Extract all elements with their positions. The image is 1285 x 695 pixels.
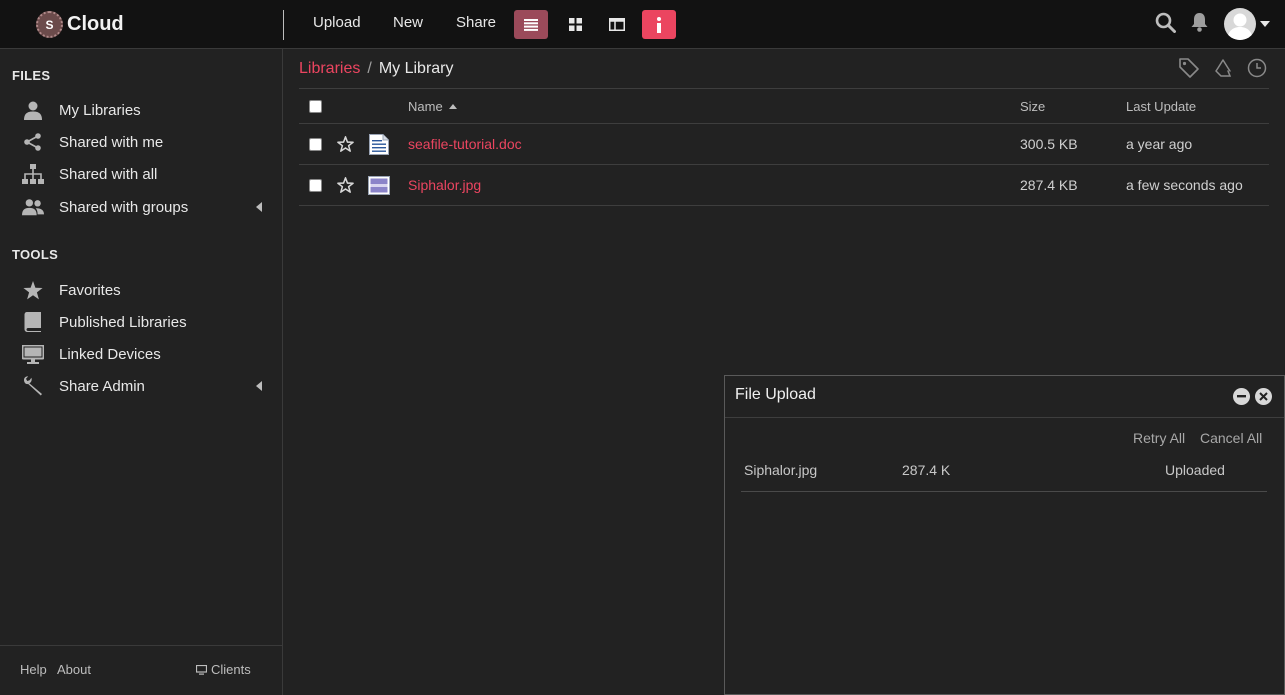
sidebar-item-shared-with-groups[interactable]: Shared with groups — [0, 192, 282, 222]
file-size: 287.4 KB — [1020, 177, 1078, 193]
avatar[interactable] — [1224, 8, 1256, 40]
toolbar-divider — [283, 10, 284, 40]
sidebar-item-linked-devices[interactable]: Linked Devices — [0, 339, 282, 369]
tools-heading: TOOLS — [12, 247, 59, 262]
cancel-all-button[interactable]: Cancel All — [1200, 430, 1262, 446]
share-nodes-icon — [22, 131, 44, 153]
upload-item-size: 287.4 K — [902, 462, 951, 478]
column-header-size[interactable]: Size — [1020, 99, 1045, 114]
search-icon[interactable] — [1155, 12, 1176, 38]
sort-ascending-icon — [449, 104, 458, 109]
sidebar-item-label: Published Libraries — [59, 313, 187, 331]
sidebar-item-my-libraries[interactable]: My Libraries — [0, 95, 282, 125]
sidebar-item-shared-with-me[interactable]: Shared with me — [0, 127, 282, 157]
sidebar-item-label: Shared with groups — [59, 198, 189, 216]
breadcrumb-separator: / — [367, 60, 372, 77]
minimize-icon — [1237, 395, 1246, 398]
grid-view-button[interactable] — [558, 10, 592, 39]
upload-item-divider — [741, 491, 1267, 492]
new-button[interactable]: New — [393, 14, 423, 31]
expand-caret-icon[interactable] — [256, 381, 262, 391]
file-size: 300.5 KB — [1020, 136, 1078, 152]
app-logo[interactable]: S Cloud — [36, 11, 124, 38]
sidebar-item-favorites[interactable]: Favorites — [0, 275, 282, 305]
sidebar-item-label: Shared with me — [59, 133, 164, 151]
close-icon — [1259, 392, 1268, 401]
breadcrumb: Libraries / My Library — [299, 60, 454, 78]
column-view-button[interactable] — [600, 10, 634, 39]
sidebar-item-label: My Libraries — [59, 101, 141, 119]
file-name-link[interactable]: seafile-tutorial.doc — [408, 136, 522, 152]
monitor-icon — [22, 343, 44, 365]
column-header-last-update[interactable]: Last Update — [1126, 99, 1196, 114]
about-link[interactable]: About — [57, 662, 91, 677]
list-view-icon — [524, 18, 538, 31]
sidebar-item-share-admin[interactable]: Share Admin — [0, 371, 282, 401]
sidebar-footer: Help About Clients — [0, 645, 282, 695]
close-button[interactable] — [1255, 388, 1272, 405]
upload-item-status: Uploaded — [1165, 462, 1225, 478]
group-icon — [22, 196, 44, 218]
breadcrumb-current: My Library — [378, 60, 454, 77]
info-button[interactable] — [642, 10, 676, 39]
star-icon — [22, 279, 44, 301]
row-checkbox[interactable] — [309, 138, 322, 151]
tag-icon[interactable] — [1179, 58, 1199, 83]
favorite-star-icon[interactable] — [337, 177, 354, 193]
sidebar-item-label: Linked Devices — [59, 345, 161, 363]
desktop-icon — [196, 664, 207, 675]
breadcrumb-divider — [299, 88, 1269, 89]
sidebar-item-label: Favorites — [59, 281, 121, 299]
sidebar-item-label: Share Admin — [59, 377, 145, 395]
user-avatar-icon — [1227, 13, 1253, 40]
trash-recycle-icon[interactable] — [1213, 58, 1233, 83]
row-divider — [299, 205, 1269, 206]
avatar-dropdown-icon[interactable] — [1260, 21, 1270, 27]
user-icon — [22, 99, 44, 121]
history-clock-icon[interactable] — [1247, 58, 1267, 83]
help-link[interactable]: Help — [20, 662, 47, 677]
share-button[interactable]: Share — [456, 14, 496, 31]
org-chart-icon — [22, 163, 44, 185]
upload-dialog-title: File Upload — [735, 386, 816, 403]
upload-item-name: Siphalor.jpg — [744, 462, 818, 478]
file-name-link[interactable]: Siphalor.jpg — [408, 177, 481, 193]
sidebar-item-shared-with-all[interactable]: Shared with all — [0, 159, 282, 189]
row-divider — [299, 164, 1269, 165]
expand-caret-icon[interactable] — [256, 202, 262, 212]
wrench-icon — [22, 375, 44, 397]
top-bar: S Cloud Upload New Share — [0, 0, 1285, 49]
select-all-checkbox[interactable] — [309, 100, 322, 113]
file-last-update: a few seconds ago — [1126, 177, 1243, 193]
notification-bell-icon[interactable] — [1190, 12, 1209, 38]
clients-label: Clients — [211, 662, 251, 677]
image-icon — [368, 176, 390, 195]
breadcrumb-libraries-link[interactable]: Libraries — [299, 60, 360, 78]
favorite-star-icon[interactable] — [337, 136, 354, 152]
sidebar-item-label: Shared with all — [59, 165, 158, 183]
list-view-button[interactable] — [514, 10, 548, 39]
file-upload-dialog: File Upload Retry All Cancel All Siphalo… — [724, 375, 1285, 695]
column-view-icon — [609, 18, 625, 31]
table-header-divider — [299, 123, 1269, 124]
column-header-name[interactable]: Name — [408, 99, 458, 114]
app-name: Cloud — [67, 13, 124, 35]
file-last-update: a year ago — [1126, 136, 1193, 152]
minimize-button[interactable] — [1233, 388, 1250, 405]
retry-all-button[interactable]: Retry All — [1133, 430, 1185, 446]
files-heading: FILES — [12, 68, 51, 83]
info-icon — [657, 16, 661, 33]
upload-dialog-header: File Upload — [725, 376, 1284, 418]
sidebar: FILES My Libraries Shared with me Shared… — [0, 49, 283, 695]
book-icon — [22, 311, 44, 333]
row-checkbox[interactable] — [309, 179, 322, 192]
clients-link[interactable]: Clients — [196, 662, 251, 677]
upload-button[interactable]: Upload — [313, 14, 361, 31]
document-icon — [369, 134, 389, 155]
logo-badge: S — [36, 11, 63, 38]
grid-view-icon — [568, 18, 582, 31]
column-header-name-label: Name — [408, 99, 443, 114]
sidebar-item-published-libraries[interactable]: Published Libraries — [0, 307, 282, 337]
